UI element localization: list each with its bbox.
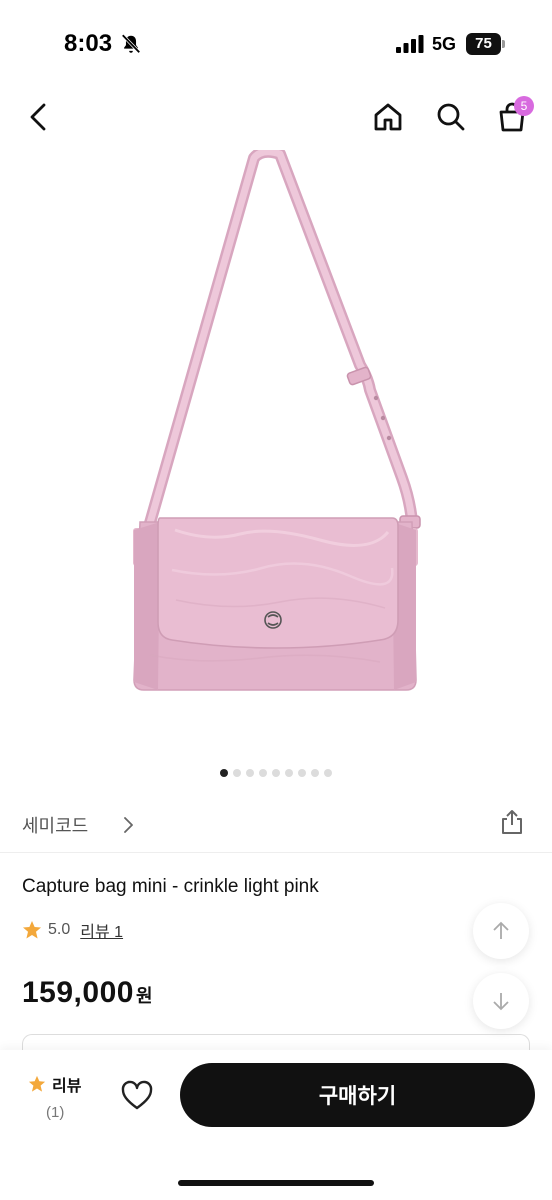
bottom-action-bar: 리뷰 (1) 구매하기 (0, 1050, 552, 1200)
top-nav (0, 90, 552, 150)
pagination-dot[interactable] (311, 769, 319, 777)
battery-icon: 75 (466, 33, 506, 55)
price: 159,000 (22, 976, 134, 1009)
pagination-dot[interactable] (220, 769, 228, 777)
arrow-up-icon (493, 921, 509, 939)
pagination-dot[interactable] (285, 769, 293, 777)
home-icon (374, 103, 402, 131)
arrow-down-icon (493, 993, 509, 1011)
pagination-dot[interactable] (233, 769, 241, 777)
share-icon (502, 810, 522, 834)
star-icon (23, 921, 41, 939)
star-icon (28, 1075, 46, 1092)
status-bar: 8:03 5G 75 (0, 0, 552, 90)
scroll-bottom-button[interactable] (473, 973, 529, 1029)
product-image[interactable] (0, 150, 552, 760)
currency: 원 (135, 986, 153, 1006)
share-button[interactable] (498, 808, 526, 836)
home-button[interactable] (371, 100, 405, 134)
review-link[interactable]: 리뷰 1 (80, 918, 123, 942)
status-time: 8:03 (64, 30, 113, 57)
home-indicator (178, 1180, 374, 1186)
pagination-dot[interactable] (272, 769, 280, 777)
network-type: 5G (432, 34, 457, 54)
heart-icon (121, 1080, 153, 1110)
pagination-dot[interactable] (259, 769, 267, 777)
battery-level: 75 (466, 33, 501, 55)
back-button[interactable] (22, 100, 56, 134)
chevron-left-icon (30, 103, 46, 131)
image-pagination (0, 769, 552, 777)
review-count: (1) (46, 1104, 65, 1121)
pagination-dot[interactable] (298, 769, 306, 777)
review-summary-button[interactable]: 리뷰 (1) (28, 1072, 88, 1121)
review-label: 리뷰 (52, 1078, 82, 1095)
cart-count-badge: 5 (514, 96, 534, 116)
pagination-dot[interactable] (324, 769, 332, 777)
pagination-dot[interactable] (246, 769, 254, 777)
rating-score: 5.0 (48, 921, 71, 938)
brand-link[interactable]: 세미코드 (22, 812, 88, 838)
search-button[interactable] (434, 100, 468, 134)
scroll-top-button[interactable] (473, 903, 529, 959)
divider (0, 852, 552, 853)
brand-row: 세미코드 (22, 806, 530, 842)
price-row: 159,000 원 (22, 976, 153, 1010)
search-icon (437, 103, 465, 131)
rating-row: 5.0 리뷰 1 (22, 918, 123, 942)
chevron-right-icon (124, 817, 133, 833)
buy-button[interactable]: 구매하기 (180, 1063, 535, 1127)
bell-off-icon (121, 34, 141, 54)
signal-icon (396, 35, 424, 53)
wishlist-button[interactable] (120, 1080, 154, 1112)
product-name: Capture bag mini - crinkle light pink (22, 876, 319, 897)
